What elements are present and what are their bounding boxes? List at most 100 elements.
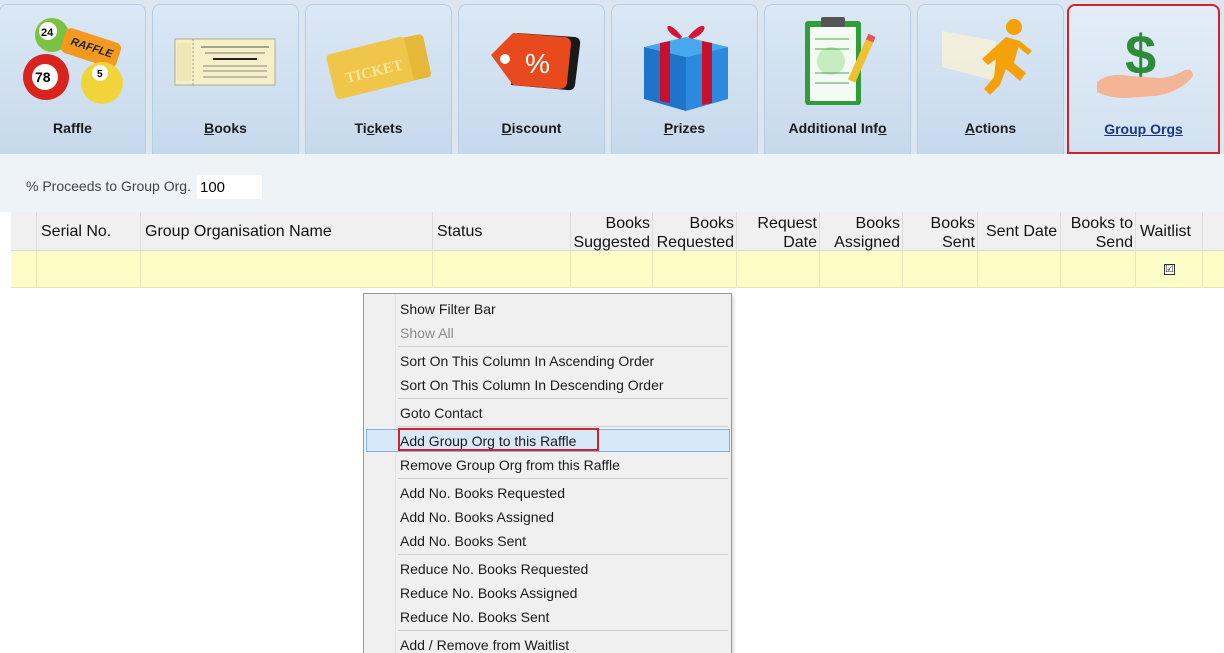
col-books-requested[interactable]: Books Requested [653,212,737,251]
cell-request-date[interactable] [737,251,820,288]
menu-item-sort-ascending[interactable]: Sort On This Column In Ascending Order [400,351,654,371]
cell-group-org-name[interactable] [141,251,433,288]
menu-separator [398,426,728,427]
col-books-requested-line2: Requested [656,234,734,251]
tab-additional-a: Additional Inf [788,120,878,136]
tab-tickets-a: Ti [354,120,367,136]
menu-item-add-books-assigned[interactable]: Add No. Books Assigned [400,507,554,527]
menu-item-show-filter-bar[interactable]: Show Filter Bar [400,299,496,319]
discount-tag-icon: % [477,11,587,111]
ticket-icon: TICKET [324,11,434,111]
col-books-suggested-line1: Books [605,215,650,232]
waitlist-checkbox[interactable]: ☑ [1164,264,1175,275]
col-books-sent-line1: Books [930,215,975,232]
tab-books-rest: ooks [214,120,247,136]
col-serial-no[interactable]: Serial No. [37,212,141,251]
menu-item-show-all: Show All [400,325,454,341]
tab-raffle[interactable]: 24 RAFFLE 5 78 Raffle [0,4,146,154]
tab-group-orgs[interactable]: $ Group Orgs [1067,4,1220,154]
tab-tickets-b: kets [374,120,403,136]
tab-prizes[interactable]: Prizes [611,4,758,154]
col-books-sent[interactable]: Books Sent [903,212,978,251]
row-indicator-header[interactable] [11,212,37,251]
tab-actions-label: Actions [918,120,1063,136]
cell-books-assigned[interactable] [820,251,903,288]
menu-item-add-books-requested[interactable]: Add No. Books Requested [400,483,565,503]
svg-text:24: 24 [41,27,54,39]
clipboard-icon [783,11,893,111]
money-hand-icon: $ [1089,12,1199,112]
cell-books-sent[interactable] [903,251,978,288]
cell-books-requested[interactable] [653,251,737,288]
col-books-to-send[interactable]: Books to Send [1061,212,1136,251]
tab-additional-info-label: Additional Info [765,120,910,136]
cell-books-suggested[interactable] [571,251,653,288]
menu-item-reduce-books-sent[interactable]: Reduce No. Books Sent [400,607,549,627]
cell-books-to-send[interactable] [1061,251,1136,288]
menu-item-toggle-waitlist[interactable]: Add / Remove from Waitlist [400,635,569,653]
tab-group-orgs-label: Group Orgs [1104,121,1183,137]
cell-status[interactable] [433,251,571,288]
col-books-sent-line2: Sent [942,234,975,251]
tab-discount-mnemonic: D [501,120,512,136]
svg-text:%: % [525,48,550,79]
menu-separator [398,398,728,399]
row-indicator-cell[interactable] [11,251,37,288]
app-window: 24 RAFFLE 5 78 Raffle Books TICKET Ticke… [0,0,1224,653]
tab-actions-rest: ctions [974,120,1017,136]
tab-actions-mnemonic: A [964,120,975,136]
tab-actions[interactable]: Actions [917,4,1064,154]
tab-discount-label: Discount [459,120,604,136]
col-request-date-line2: Date [783,234,817,251]
tab-books-mnemonic: B [204,120,215,136]
tab-discount[interactable]: % Discount [458,4,605,154]
context-menu: Show Filter Bar Show All Sort On This Co… [363,293,732,653]
tab-additional-info[interactable]: Additional Info [764,4,911,154]
col-books-to-send-line2: Send [1095,234,1133,251]
svg-text:78: 78 [35,69,51,85]
cell-sent-date[interactable] [978,251,1061,288]
gift-box-icon [630,11,740,111]
context-menu-gutter [364,294,396,653]
menu-item-sort-descending[interactable]: Sort On This Column In Descending Order [400,375,664,395]
tab-prizes-mnemonic: P [663,120,674,136]
col-books-requested-line1: Books [689,215,734,232]
menu-item-goto-contact[interactable]: Goto Contact [400,403,483,423]
col-request-date-line1: Request [757,215,817,232]
col-books-to-send-line1: Books to [1070,215,1133,232]
table-row[interactable] [11,251,1224,288]
col-books-suggested[interactable]: Books Suggested [571,212,653,251]
menu-item-reduce-books-assigned[interactable]: Reduce No. Books Assigned [400,583,577,603]
cell-serial-no[interactable] [37,251,141,288]
menu-separator [398,554,728,555]
tab-raffle-label: Raffle [53,120,92,136]
raffle-book-icon [171,11,281,111]
col-request-date[interactable]: Request Date [737,212,820,251]
tab-prizes-label: Prizes [612,120,757,136]
tab-books[interactable]: Books [152,4,299,154]
menu-separator [398,346,728,347]
col-status[interactable]: Status [433,212,571,251]
col-books-assigned-line2: Assigned [834,234,900,251]
tab-additional-mnemonic: o [877,120,887,136]
tab-tickets[interactable]: TICKET Tickets [305,4,452,154]
col-books-assigned[interactable]: Books Assigned [820,212,903,251]
col-books-suggested-line2: Suggested [573,234,650,251]
running-man-icon [936,11,1046,111]
menu-item-remove-group-org[interactable]: Remove Group Org from this Raffle [400,455,620,475]
proceeds-label: % Proceeds to Group Org. [26,178,191,194]
menu-separator [398,478,728,479]
col-group-org-name[interactable]: Group Organisation Name [141,212,433,251]
raffle-balls-icon: 24 RAFFLE 5 78 [18,11,128,111]
tab-strip: 24 RAFFLE 5 78 Raffle Books TICKET Ticke… [0,0,1224,154]
proceeds-input[interactable] [197,175,262,199]
svg-text:5: 5 [97,69,103,80]
col-waitlist[interactable]: Waitlist [1136,212,1203,251]
tab-discount-rest: iscount [511,120,562,136]
menu-separator [398,630,728,631]
annotation-highlight-box [398,428,599,451]
col-books-assigned-line1: Books [855,215,900,232]
menu-item-add-books-sent[interactable]: Add No. Books Sent [400,531,526,551]
menu-item-reduce-books-requested[interactable]: Reduce No. Books Requested [400,559,588,579]
col-sent-date[interactable]: Sent Date [978,212,1061,251]
